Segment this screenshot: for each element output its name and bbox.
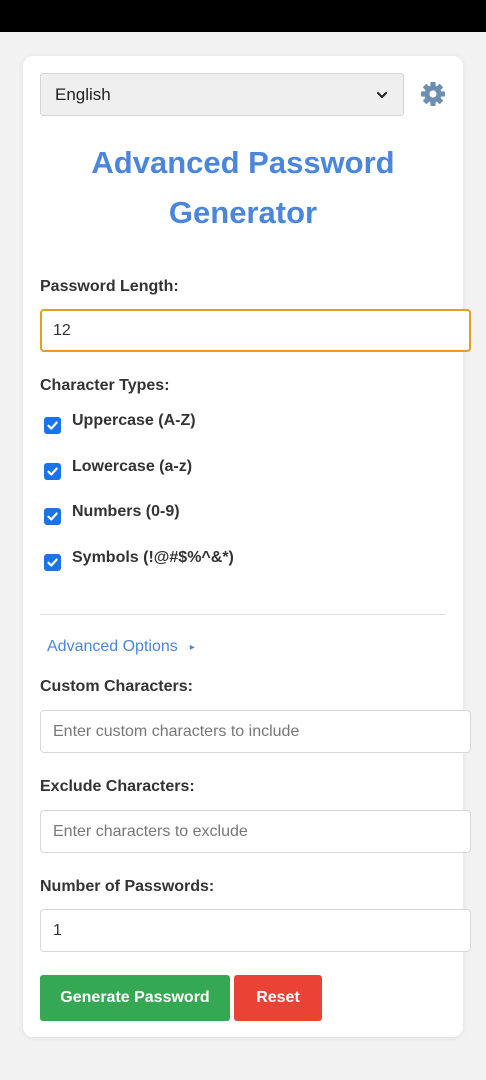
numbers-checkbox[interactable] [44,508,61,525]
gear-icon[interactable] [420,81,446,107]
numbers-label: Numbers (0-9) [72,503,180,520]
password-length-label: Password Length: [40,278,179,295]
exclude-characters-label: Exclude Characters: [40,778,195,795]
language-select[interactable]: English [40,73,404,116]
symbols-label: Symbols (!@#$%^&*) [72,549,234,566]
chevron-down-icon [377,91,387,98]
status-bar [0,0,486,32]
numbers-option[interactable]: Numbers (0-9) [44,503,180,525]
custom-characters-input[interactable] [40,710,471,753]
custom-characters-label: Custom Characters: [40,678,193,695]
lowercase-option[interactable]: Lowercase (a-z) [44,458,192,480]
password-length-input[interactable] [40,309,471,352]
reset-button[interactable]: Reset [234,975,322,1021]
number-of-passwords-label: Number of Passwords: [40,878,215,895]
symbols-checkbox[interactable] [44,554,61,571]
advanced-options-label: Advanced Options [47,638,178,655]
language-select-value: English [55,84,111,104]
uppercase-option[interactable]: Uppercase (A-Z) [44,412,196,434]
uppercase-label: Uppercase (A-Z) [72,412,196,429]
check-icon [47,558,58,567]
page-title: Advanced Password Generator [91,145,395,230]
check-icon [47,421,58,430]
check-icon [47,467,58,476]
character-types-label: Character Types: [40,377,170,394]
lowercase-label: Lowercase (a-z) [72,458,193,475]
exclude-characters-input[interactable] [40,810,471,853]
section-divider [40,614,446,615]
number-of-passwords-input[interactable] [40,909,471,952]
generator-card: English Advanced Password Generator Pass… [23,56,471,1037]
check-icon [47,512,58,521]
symbols-option[interactable]: Symbols (!@#$%^&*) [44,549,234,571]
uppercase-checkbox[interactable] [44,417,61,434]
lowercase-checkbox[interactable] [44,463,61,480]
expand-triangle-icon: ▸ [189,641,195,653]
generate-password-button[interactable]: Generate Password [40,975,230,1021]
advanced-options-toggle[interactable]: Advanced Options ▸ [47,638,195,656]
